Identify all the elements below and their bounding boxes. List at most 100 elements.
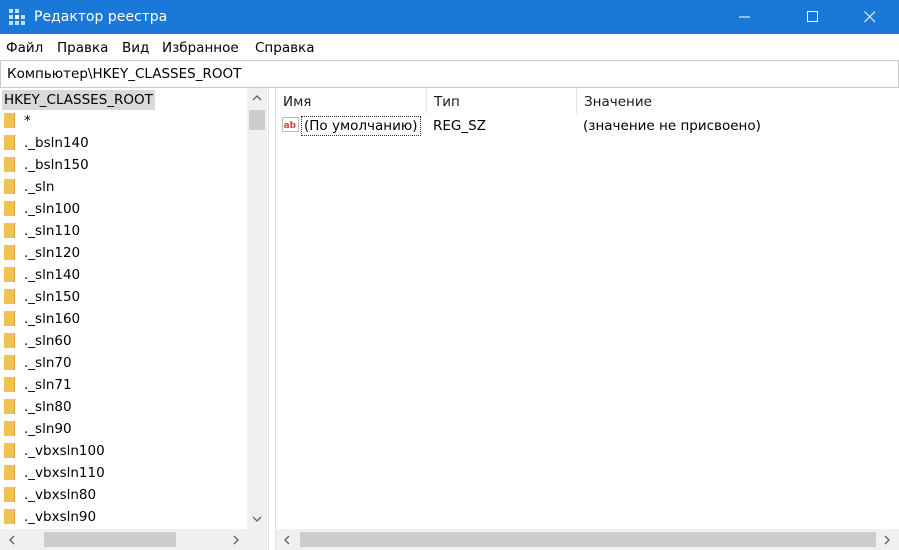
column-title: Тип bbox=[434, 94, 460, 110]
close-icon bbox=[864, 11, 876, 23]
value-name[interactable]: (По умолчанию) bbox=[301, 116, 421, 136]
tree-item[interactable]: ._vbxsln110 bbox=[0, 462, 246, 484]
tree-item[interactable]: ._sln bbox=[0, 176, 246, 198]
folder-icon bbox=[4, 443, 15, 458]
menu-bar: Файл Правка Вид Избранное Справка bbox=[0, 34, 899, 60]
tree-item[interactable]: ._bsln140 bbox=[0, 132, 246, 154]
tree-item-label: ._sln80 bbox=[24, 399, 72, 415]
tree-item-label: ._sln70 bbox=[24, 355, 72, 371]
maximize-icon bbox=[807, 11, 818, 22]
tree-item[interactable]: ._sln110 bbox=[0, 220, 246, 242]
title-bar: Редактор реестра bbox=[0, 0, 899, 34]
tree-horizontal-scrollbar[interactable] bbox=[0, 529, 247, 550]
menu-help[interactable]: Справка bbox=[255, 39, 314, 57]
folder-icon bbox=[4, 157, 15, 172]
tree-item[interactable]: ._vbxsln80 bbox=[0, 484, 246, 506]
tree-item[interactable]: ._vbxsln100 bbox=[0, 440, 246, 462]
maximize-button[interactable] bbox=[790, 0, 836, 34]
tree-item-label: ._sln100 bbox=[24, 201, 81, 217]
chevron-left-icon[interactable] bbox=[283, 535, 291, 545]
tree-item[interactable]: ._sln80 bbox=[0, 396, 246, 418]
tree-item[interactable]: ._sln160 bbox=[0, 308, 246, 330]
svg-text:ab: ab bbox=[284, 121, 297, 131]
tree-item-label: ._sln150 bbox=[24, 289, 81, 305]
tree-item-label: ._sln71 bbox=[24, 377, 72, 393]
tree-item-label: ._bsln140 bbox=[24, 135, 89, 151]
tree-item-label: ._sln160 bbox=[24, 311, 81, 327]
chevron-left-icon[interactable] bbox=[8, 535, 16, 545]
folder-icon bbox=[4, 377, 15, 392]
folder-icon bbox=[4, 179, 15, 194]
tree-item[interactable]: ._sln70 bbox=[0, 352, 246, 374]
tree-item[interactable]: ._bsln150 bbox=[0, 154, 246, 176]
column-header-name[interactable]: Имя bbox=[276, 88, 427, 114]
folder-icon bbox=[4, 135, 15, 150]
minimize-button[interactable] bbox=[722, 0, 768, 34]
tree-item[interactable]: ._sln71 bbox=[0, 374, 246, 396]
regedit-icon bbox=[9, 9, 25, 25]
menu-favorites[interactable]: Избранное bbox=[162, 39, 239, 57]
scroll-thumb[interactable] bbox=[44, 532, 176, 547]
tree-item-label: ._vbxsln80 bbox=[24, 487, 97, 503]
folder-icon bbox=[4, 289, 15, 304]
column-header-type[interactable]: Тип bbox=[427, 88, 577, 114]
tree-item-label: ._sln60 bbox=[24, 333, 72, 349]
folder-icon bbox=[4, 311, 15, 326]
tree-item-label: * bbox=[24, 113, 31, 129]
values-horizontal-scrollbar[interactable] bbox=[276, 529, 899, 550]
folder-icon bbox=[4, 245, 15, 260]
value-type: REG_SZ bbox=[433, 118, 486, 134]
folder-icon bbox=[4, 399, 15, 414]
tree-item[interactable]: ._sln150 bbox=[0, 286, 246, 308]
folder-icon bbox=[4, 267, 15, 282]
tree-item-label: ._bsln150 bbox=[24, 157, 89, 173]
address-bar[interactable]: Компьютер\HKEY_CLASSES_ROOT bbox=[0, 60, 899, 88]
values-list: Имя Тип Значение ab (По умолчанию) REG_S… bbox=[276, 88, 899, 529]
scroll-down-button[interactable] bbox=[247, 509, 267, 529]
tree-item-label: ._sln bbox=[24, 179, 55, 195]
scroll-thumb[interactable] bbox=[300, 532, 876, 547]
tree-item-label: ._vbxsln110 bbox=[24, 465, 105, 481]
tree-root-hkcr[interactable]: HKEY_CLASSES_ROOT bbox=[2, 90, 155, 110]
chevron-right-icon[interactable] bbox=[232, 535, 240, 545]
scroll-thumb[interactable] bbox=[249, 110, 265, 130]
tree-item[interactable]: * bbox=[0, 110, 246, 132]
window-title: Редактор реестра bbox=[34, 9, 168, 25]
key-tree: HKEY_CLASSES_ROOT * ._bsln140 ._bsln150 ._s… bbox=[0, 88, 270, 550]
folder-icon bbox=[4, 333, 15, 348]
address-path[interactable]: Компьютер\HKEY_CLASSES_ROOT bbox=[7, 65, 241, 83]
minimize-icon bbox=[739, 16, 750, 18]
scrollbar-corner bbox=[247, 529, 267, 550]
column-title: Имя bbox=[283, 94, 312, 110]
tree-item-label: ._sln110 bbox=[24, 223, 81, 239]
close-button[interactable] bbox=[847, 0, 893, 34]
menu-view[interactable]: Вид bbox=[122, 39, 149, 57]
folder-icon bbox=[4, 355, 15, 370]
tree-item[interactable]: ._sln120 bbox=[0, 242, 246, 264]
menu-edit[interactable]: Правка bbox=[57, 39, 108, 57]
folder-icon bbox=[4, 201, 15, 216]
folder-icon bbox=[4, 509, 15, 524]
tree-vertical-scrollbar[interactable] bbox=[247, 88, 267, 529]
menu-file[interactable]: Файл bbox=[6, 39, 43, 57]
column-header-data[interactable]: Значение bbox=[577, 88, 898, 114]
pane-splitter[interactable] bbox=[268, 88, 276, 550]
tree-item[interactable]: ._sln60 bbox=[0, 330, 246, 352]
folder-icon bbox=[4, 113, 15, 128]
tree-item[interactable]: ._vbxsln90 bbox=[0, 506, 246, 528]
folder-icon bbox=[4, 223, 15, 238]
chevron-right-icon[interactable] bbox=[883, 535, 891, 545]
tree-item-label: ._vbxsln90 bbox=[24, 509, 97, 525]
folder-icon bbox=[4, 487, 15, 502]
value-row-default[interactable]: ab (По умолчанию) REG_SZ (значение не пр… bbox=[276, 115, 899, 137]
tree-item-label: ._sln120 bbox=[24, 245, 81, 261]
value-data: (значение не присвоено) bbox=[583, 118, 761, 134]
tree-item[interactable]: ._sln140 bbox=[0, 264, 246, 286]
tree-item[interactable]: ._sln100 bbox=[0, 198, 246, 220]
tree-item-label: ._sln140 bbox=[24, 267, 81, 283]
tree-item[interactable]: ._sln90 bbox=[0, 418, 246, 440]
column-title: Значение bbox=[584, 94, 652, 110]
scroll-up-button[interactable] bbox=[247, 88, 267, 108]
tree-item-label: ._sln90 bbox=[24, 421, 72, 437]
chevron-up-icon bbox=[252, 95, 262, 101]
